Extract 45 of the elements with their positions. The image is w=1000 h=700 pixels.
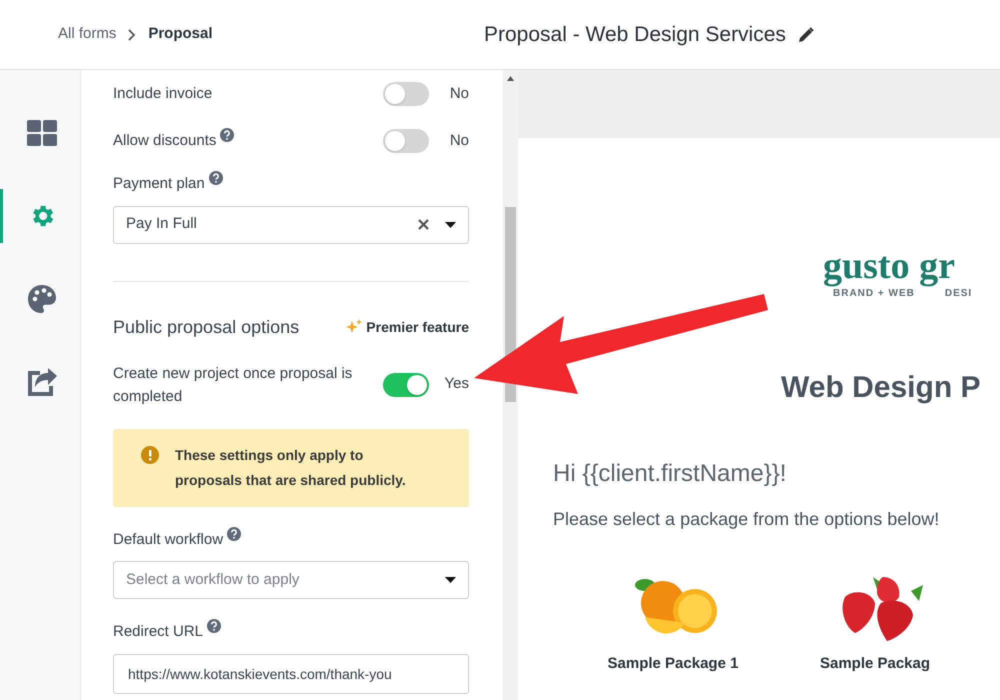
notice-text: These settings only apply to proposals that are shared publicly. (175, 446, 407, 490)
toggle-switch[interactable] (383, 372, 429, 396)
workflow-input[interactable]: Select a workflow to apply (126, 568, 445, 592)
field-label: Redirect URL (113, 621, 469, 644)
toggle-switch[interactable] (383, 129, 429, 153)
share-icon (26, 367, 58, 397)
chevron-right-icon (128, 28, 136, 40)
toggle-state: No (448, 84, 469, 104)
scroll-up-icon[interactable] (507, 76, 514, 81)
field-label: Default workflow (113, 528, 469, 551)
clear-icon[interactable] (418, 219, 429, 230)
field-label: Payment plan (113, 173, 469, 196)
toggle-state: Yes (444, 374, 469, 394)
setting-label: Include invoice (113, 84, 214, 104)
help-icon[interactable] (208, 171, 223, 186)
setting-label: Create new project once proposal is completed (113, 364, 354, 406)
setting-label: Allow discounts (113, 130, 383, 152)
warning-icon (141, 446, 159, 464)
package-title: Sample Packag (820, 654, 930, 674)
premier-feature-label: Premier feature (366, 318, 469, 336)
caret-icon (445, 577, 456, 583)
help-icon[interactable] (227, 526, 242, 541)
palette-icon (26, 284, 56, 314)
section-title: Public proposal options (113, 316, 300, 339)
package-title: Sample Package 1 (608, 654, 738, 674)
intro-text: Please select a package from the options below! (552, 508, 940, 531)
payment-plan-select[interactable]: Pay In Full (113, 206, 469, 244)
help-icon[interactable] (207, 619, 222, 634)
breadcrumb-link[interactable]: Proposal (148, 23, 213, 46)
breadcrumb-link[interactable]: All forms (58, 23, 116, 46)
form-title: Proposal - Web Design Services (484, 22, 786, 48)
toggle-switch[interactable] (383, 82, 429, 106)
proposal-heading: Web Design P (780, 370, 982, 406)
greeting-text: Hi {{client.firstName}}! (552, 459, 788, 489)
sparkle-icon (346, 319, 362, 335)
logo-wordmark: gusto gr (823, 246, 956, 286)
redirect-url-field[interactable]: https://www.kotanskievents.com/thank-you (113, 654, 469, 694)
workflow-select[interactable]: Select a workflow to apply (113, 561, 469, 599)
toggle-state: No (448, 130, 469, 151)
help-icon[interactable] (220, 128, 234, 142)
grid-icon (26, 120, 56, 146)
pencil-icon[interactable] (798, 26, 814, 42)
logo-tagline: BRAND + WEB (833, 287, 915, 301)
logo-tagline: DESI (944, 287, 972, 301)
caret-icon (445, 222, 456, 228)
